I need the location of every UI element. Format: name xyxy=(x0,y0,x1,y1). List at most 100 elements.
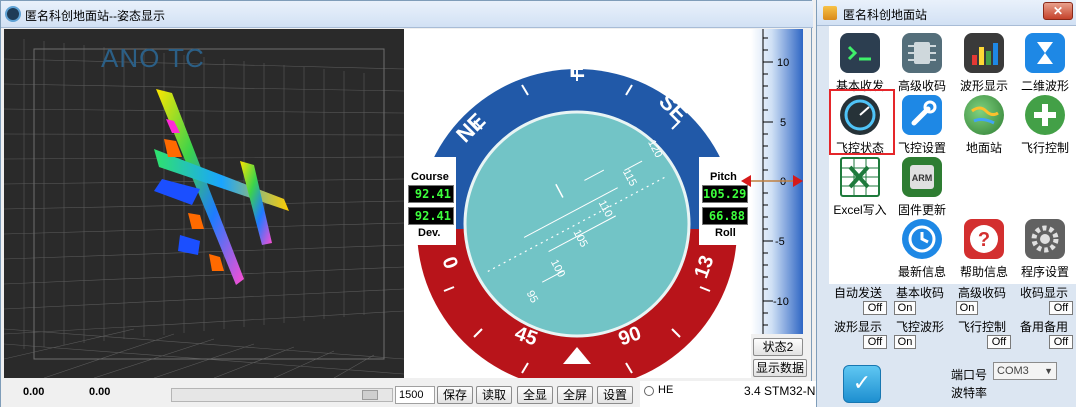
toggle-label: 波形显示 xyxy=(834,320,883,334)
tool-2d-waveform[interactable]: 二维波形 xyxy=(1014,28,1076,93)
settings-button[interactable]: 设置 xyxy=(597,386,633,404)
tool-label: 程序设置 xyxy=(1020,265,1069,279)
toggle-waveform-display[interactable]: 波形显示 Off xyxy=(829,318,891,351)
clock-icon xyxy=(902,219,942,259)
toggle-state[interactable]: On xyxy=(894,301,916,315)
connection-area: ✓ 端口号 波特率 COM3 ▼ xyxy=(829,356,1074,407)
toggle-state[interactable]: Off xyxy=(1049,301,1073,315)
dev-label: Dev. xyxy=(418,227,441,239)
toggle-basic-receive[interactable]: 基本收码 On xyxy=(891,284,953,317)
toggle-flight-waveform[interactable]: 飞控波形 On xyxy=(891,318,953,351)
tool-latest-info[interactable]: 最新信息 xyxy=(891,214,953,279)
3d-viewport[interactable]: ANO TC xyxy=(4,29,404,378)
tool-excel-write[interactable]: Excel写入 xyxy=(829,152,891,217)
toggle-state[interactable]: Off xyxy=(987,335,1011,349)
toggle-label: 高级收码 xyxy=(958,286,1007,300)
aircraft-model xyxy=(154,89,289,285)
attitude-dial: 95 100 105 110 115 120 E NE SE 0 45 90 1… xyxy=(404,29,751,378)
toggle-auto-send[interactable]: 自动发送 Off xyxy=(829,284,891,317)
toggle-label: 飞控波形 xyxy=(896,320,945,334)
close-button[interactable]: ✕ xyxy=(1043,2,1073,20)
title-bar[interactable]: 匿名科创地面站--姿态显示 xyxy=(1,1,813,28)
list-item[interactable]: 3.4 STM32-N xyxy=(744,384,815,398)
fullscreen-button[interactable]: 全屏 xyxy=(557,386,593,404)
terminal-icon xyxy=(840,33,880,73)
scale-pointer xyxy=(741,175,803,187)
svg-text:ARM: ARM xyxy=(912,173,933,183)
port-value: COM3 xyxy=(997,365,1029,377)
fit-all-button[interactable]: 全显 xyxy=(517,386,553,404)
port-label: 端口号 xyxy=(951,368,988,382)
tool-flight-control[interactable]: 飞行控制 xyxy=(1014,90,1076,155)
toggle-label: 自动发送 xyxy=(834,286,883,300)
tool-label: 帮助信息 xyxy=(959,265,1008,279)
arm-chip-icon: ARM xyxy=(902,157,942,197)
connect-button[interactable]: ✓ xyxy=(843,365,881,403)
scale-label-minus-10: -10 xyxy=(773,296,789,308)
heading-label-e: E xyxy=(569,56,585,83)
show-data-button[interactable]: 显示数据 xyxy=(753,359,807,377)
plus-icon xyxy=(1025,95,1065,135)
coord-y: 0.00 xyxy=(89,386,111,398)
help-icon: ? xyxy=(964,219,1004,259)
excel-icon xyxy=(840,157,880,197)
tool-waveform[interactable]: 波形显示 xyxy=(953,28,1015,93)
bottom-toolbar: 0.00 0.00 1500 保存 读取 全显 全屏 设置 xyxy=(1,382,641,407)
toggle-label: 基本收码 xyxy=(896,286,945,300)
status-button[interactable]: 状态2 xyxy=(753,338,803,356)
toggle-state[interactable]: On xyxy=(956,301,978,315)
radio-label: HE xyxy=(658,384,674,396)
top-notch xyxy=(567,29,587,41)
scrollbar-thumb[interactable] xyxy=(362,390,378,400)
dev-value: 92.41 xyxy=(408,207,454,225)
toggle-state[interactable]: Off xyxy=(863,335,887,349)
svg-text:?: ? xyxy=(978,229,990,251)
pitch-label: Pitch xyxy=(710,171,737,183)
panel-title-bar[interactable]: 匿名科创地面站 ✕ xyxy=(817,0,1076,26)
scale-label-5: 5 xyxy=(780,117,786,129)
app-icon xyxy=(5,6,21,22)
course-value: 92.41 xyxy=(408,185,454,203)
toggle-flight-control[interactable]: 飞行控制 Off xyxy=(953,318,1015,351)
hourglass-icon xyxy=(1025,33,1065,73)
attitude-window: 匿名科创地面站--姿态显示 ANO TC 95 100 105 110 115 … xyxy=(0,0,813,407)
settings-gear-icon xyxy=(1025,219,1065,259)
tool-basic-transceive[interactable]: 基本收发 xyxy=(829,28,891,93)
tool-program-settings[interactable]: 程序设置 xyxy=(1014,214,1076,279)
radio-button[interactable] xyxy=(644,386,654,396)
toggle-state[interactable]: On xyxy=(894,335,916,349)
background-window: HE 3.4 STM32-N xyxy=(640,381,816,407)
tool-label: 地面站 xyxy=(965,141,1002,155)
attitude-instrument: 95 100 105 110 115 120 E NE SE 0 45 90 1… xyxy=(404,29,751,378)
toggle-label: 收码显示 xyxy=(1020,286,1069,300)
bar-chart-icon xyxy=(964,33,1004,73)
tool-flight-settings[interactable]: 飞控设置 xyxy=(891,90,953,155)
tool-advanced-receive[interactable]: 高级收码 xyxy=(891,28,953,93)
horizontal-scrollbar[interactable] xyxy=(171,388,393,402)
wrench-icon xyxy=(902,95,942,135)
toggle-spare[interactable]: 备用备用 Off xyxy=(1015,318,1076,351)
toggle-grid: 自动发送 Off 基本收码 On 高级收码 On 收码显示 Off 波形显示 O… xyxy=(829,284,1074,352)
toggle-label: 飞行控制 xyxy=(958,320,1007,334)
toggle-advanced-receive[interactable]: 高级收码 On xyxy=(953,284,1015,317)
roll-value: 66.88 xyxy=(702,207,748,225)
save-button[interactable]: 保存 xyxy=(437,386,473,404)
baud-label: 波特率 xyxy=(951,386,988,400)
scale-label-minus-5: -5 xyxy=(775,236,785,248)
tool-firmware-update[interactable]: ARM 固件更新 xyxy=(891,152,953,217)
selected-tool-highlight xyxy=(829,89,895,155)
panel-title: 匿名科创地面站 xyxy=(843,8,928,22)
course-label: Course xyxy=(411,171,449,183)
roll-label: Roll xyxy=(715,227,736,239)
checkmark-icon: ✓ xyxy=(852,370,872,395)
port-select[interactable]: COM3 ▼ xyxy=(993,362,1057,380)
rate-input[interactable]: 1500 xyxy=(395,386,435,404)
toggle-state[interactable]: Off xyxy=(1049,335,1073,349)
chevron-down-icon: ▼ xyxy=(1044,366,1053,376)
tool-help[interactable]: ? 帮助信息 xyxy=(953,214,1015,279)
toggle-state[interactable]: Off xyxy=(863,301,887,315)
tool-ground-station[interactable]: 地面站 xyxy=(953,90,1015,155)
load-button[interactable]: 读取 xyxy=(476,386,512,404)
toggle-label: 备用备用 xyxy=(1020,320,1069,334)
toggle-receive-display[interactable]: 收码显示 Off xyxy=(1015,284,1076,317)
